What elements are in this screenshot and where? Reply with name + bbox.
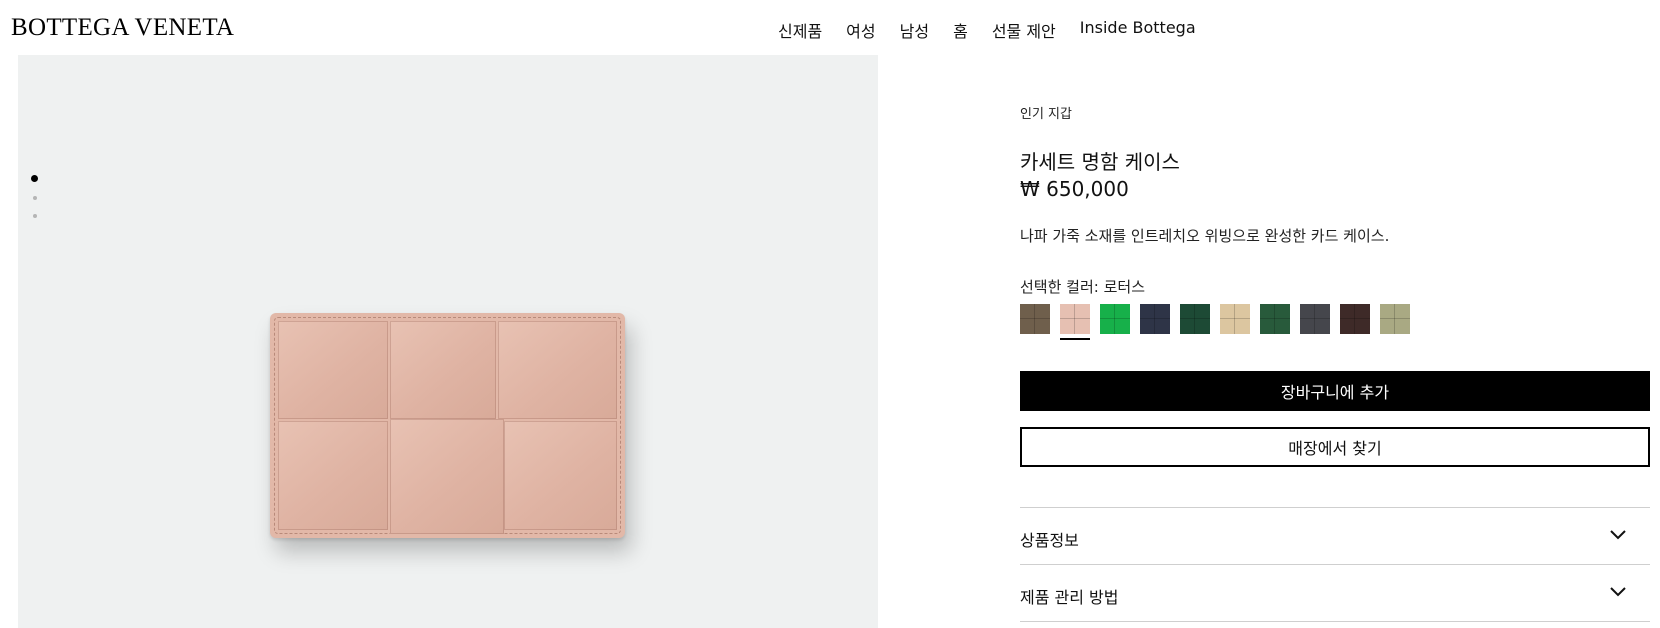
nav-item-women[interactable]: 여성 bbox=[846, 18, 875, 42]
color-swatch-6[interactable] bbox=[1220, 304, 1250, 334]
color-swatch-4[interactable] bbox=[1140, 304, 1170, 334]
nav-item-inside-bottega[interactable]: Inside Bottega bbox=[1080, 18, 1196, 42]
color-swatch-10[interactable] bbox=[1380, 304, 1410, 334]
weave-tile bbox=[498, 321, 617, 419]
main-nav: 신제품 여성 남성 홈 선물 제안 Inside Bottega bbox=[778, 18, 1220, 42]
find-in-store-button[interactable]: 매장에서 찾기 bbox=[1020, 427, 1650, 467]
add-to-cart-button[interactable]: 장바구니에 추가 bbox=[1020, 371, 1650, 411]
color-swatch-1[interactable] bbox=[1020, 304, 1050, 334]
gallery-pagination bbox=[31, 168, 38, 225]
accordion-product-info[interactable]: 상품정보 bbox=[1020, 508, 1650, 565]
nav-item-men[interactable]: 남성 bbox=[900, 18, 929, 42]
nav-item-home[interactable]: 홈 bbox=[953, 18, 968, 42]
accordion-care-instructions[interactable]: 제품 관리 방법 bbox=[1020, 565, 1650, 622]
color-swatches bbox=[1020, 304, 1420, 340]
color-swatch-2[interactable] bbox=[1060, 304, 1090, 340]
color-swatch-9[interactable] bbox=[1340, 304, 1370, 334]
chevron-down-icon bbox=[1610, 530, 1626, 540]
nav-item-gifts[interactable]: 선물 제안 bbox=[992, 18, 1056, 42]
weave-tile bbox=[278, 321, 388, 419]
product-category[interactable]: 인기 지갑 bbox=[1020, 103, 1072, 122]
gallery-dot-3[interactable] bbox=[32, 214, 37, 218]
product-image bbox=[270, 313, 625, 538]
brand-logo[interactable]: BOTTEGA VENETA bbox=[11, 14, 234, 42]
accordion-label: 상품정보 bbox=[1020, 531, 1079, 550]
product-title: 카세트 명함 케이스 bbox=[1020, 150, 1180, 174]
color-swatch-5[interactable] bbox=[1180, 304, 1210, 334]
selected-color-label: 선택한 컬러: 로터스 bbox=[1020, 278, 1145, 296]
site-header: BOTTEGA VENETA 신제품 여성 남성 홈 선물 제안 Inside … bbox=[0, 0, 1660, 55]
weave-tile bbox=[504, 421, 617, 530]
weave-tile bbox=[390, 419, 504, 534]
accordion-label: 제품 관리 방법 bbox=[1020, 588, 1119, 607]
color-swatch-3[interactable] bbox=[1100, 304, 1130, 334]
gallery-dot-1[interactable] bbox=[31, 175, 38, 182]
product-description: 나파 가죽 소재를 인트레치오 위빙으로 완성한 카드 케이스. bbox=[1020, 227, 1390, 245]
selected-swatch-indicator bbox=[1060, 338, 1090, 340]
product-price: ₩ 650,000 bbox=[1020, 177, 1129, 201]
weave-tile bbox=[278, 421, 388, 530]
product-gallery[interactable] bbox=[18, 55, 878, 628]
chevron-down-icon bbox=[1610, 587, 1626, 597]
nav-item-new[interactable]: 신제품 bbox=[778, 18, 822, 42]
color-swatch-7[interactable] bbox=[1260, 304, 1290, 334]
weave-tile bbox=[390, 321, 496, 419]
color-swatch-8[interactable] bbox=[1300, 304, 1330, 334]
gallery-dot-2[interactable] bbox=[32, 196, 37, 200]
product-accordion: 상품정보 제품 관리 방법 bbox=[1020, 507, 1650, 622]
